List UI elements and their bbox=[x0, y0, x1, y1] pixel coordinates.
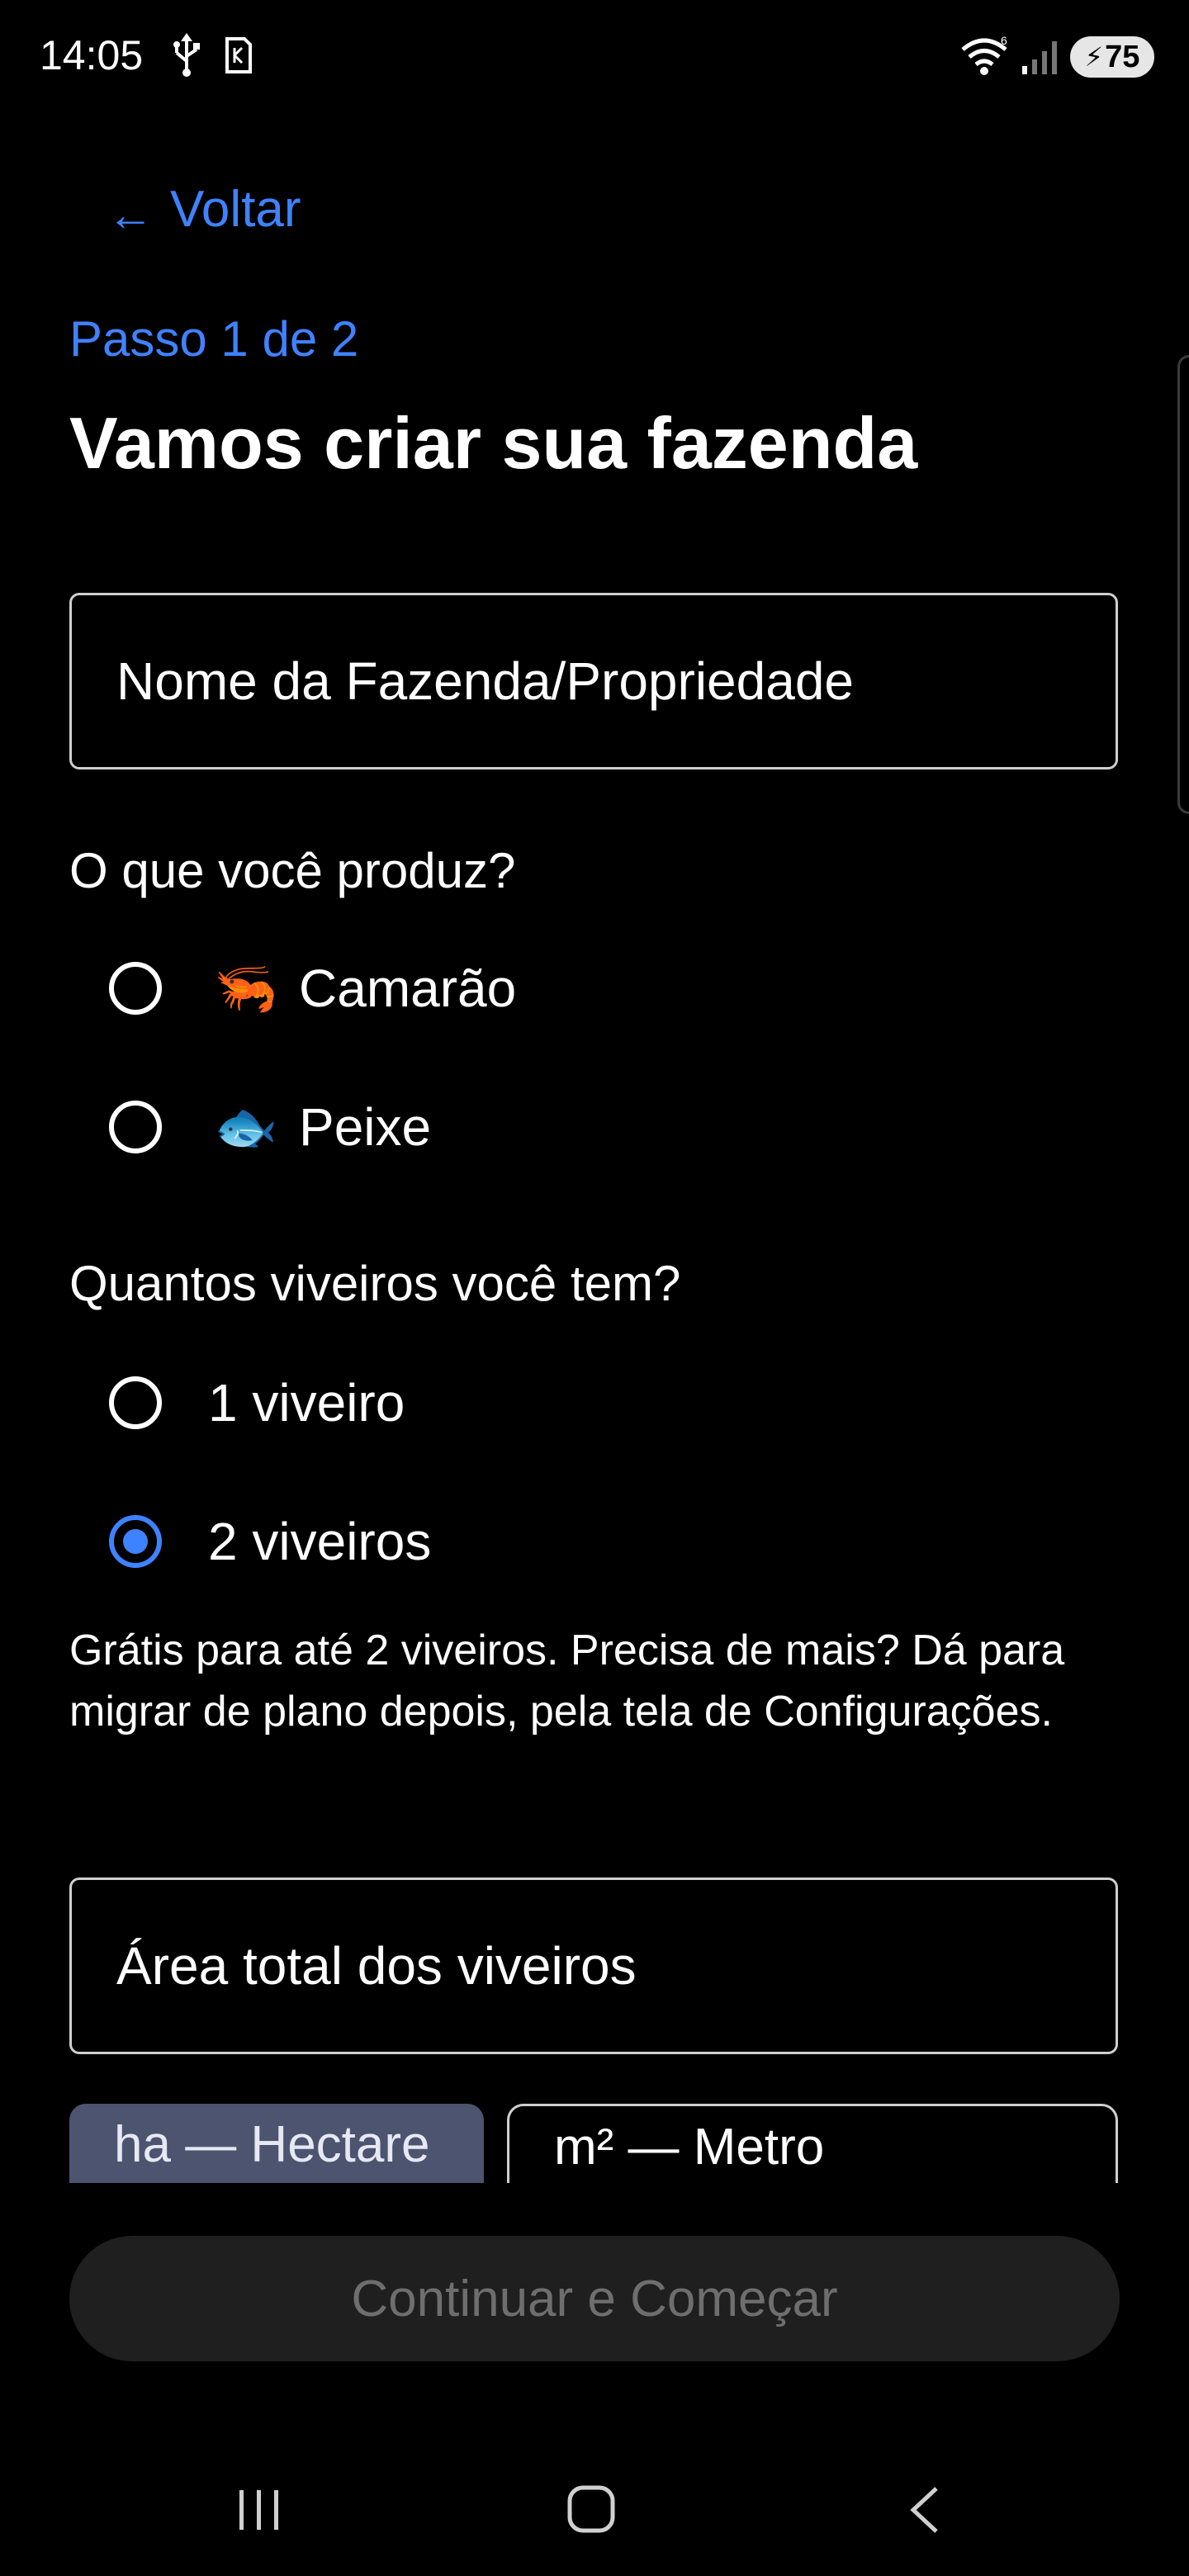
back-label: Voltar bbox=[170, 181, 301, 238]
radio-label-2-ponds: 2 viveiros bbox=[208, 1512, 432, 1571]
radio-option-shrimp[interactable]: 🦐 Camarão bbox=[109, 951, 516, 1025]
radio-label-1-pond: 1 viveiro bbox=[208, 1373, 405, 1432]
system-nav-bar bbox=[0, 2444, 1189, 2576]
radio-button-selected[interactable] bbox=[109, 1515, 162, 1568]
continue-button[interactable]: Continuar e Começar bbox=[69, 2236, 1120, 2361]
fish-icon: 🐟 bbox=[214, 1098, 278, 1156]
unit-hectare-button[interactable]: ha — Hectare bbox=[69, 2104, 484, 2183]
back-button[interactable]: ← Voltar bbox=[107, 180, 301, 240]
radio-label-fish: Peixe bbox=[299, 1097, 432, 1157]
back-nav-icon[interactable] bbox=[907, 2485, 943, 2535]
battery-level: 75 bbox=[1105, 39, 1140, 74]
back-arrow-icon: ← bbox=[107, 188, 154, 240]
battery-bolt-icon: ⚡ bbox=[1084, 42, 1104, 72]
radio-button[interactable] bbox=[109, 1376, 162, 1429]
home-icon[interactable] bbox=[566, 2484, 616, 2535]
shrimp-icon: 🦐 bbox=[214, 959, 278, 1017]
radio-button[interactable] bbox=[109, 962, 162, 1015]
svg-text:6: 6 bbox=[1001, 35, 1007, 47]
radio-option-fish[interactable]: 🐟 Peixe bbox=[109, 1090, 431, 1164]
page-title: Vamos criar sua fazenda bbox=[69, 402, 918, 484]
radio-label-shrimp: Camarão bbox=[299, 959, 517, 1018]
status-bar: 14:05 6 ⚡ 75 bbox=[0, 0, 1189, 99]
recents-icon[interactable] bbox=[236, 2487, 282, 2533]
unit-selector: ha — Hectare m² — Metro bbox=[69, 2104, 1118, 2183]
farm-name-input[interactable]: Nome da Fazenda/Propriedade bbox=[69, 593, 1118, 769]
area-input[interactable]: Área total dos viveiros bbox=[69, 1878, 1118, 2054]
battery-icon: ⚡ 75 bbox=[1070, 36, 1154, 78]
step-indicator: Passo 1 de 2 bbox=[69, 311, 359, 367]
signal-icon bbox=[1022, 41, 1057, 74]
radio-button[interactable] bbox=[109, 1101, 162, 1153]
usb-icon bbox=[173, 33, 200, 77]
radio-option-1-pond[interactable]: 1 viveiro bbox=[109, 1366, 405, 1440]
radio-option-2-ponds[interactable]: 2 viveiros bbox=[109, 1504, 431, 1579]
ponds-helper-text: Grátis para até 2 viveiros. Precisa de m… bbox=[69, 1627, 1065, 1735]
produce-question-label: O que você produz? bbox=[69, 843, 516, 898]
wifi-icon: 6 bbox=[961, 35, 1007, 75]
scroll-indicator bbox=[1177, 355, 1189, 814]
ponds-question-label: Quantos viveiros você tem? bbox=[69, 1256, 681, 1311]
sim-icon bbox=[225, 37, 252, 73]
status-time: 14:05 bbox=[40, 32, 144, 78]
unit-meter-button[interactable]: m² — Metro bbox=[507, 2104, 1118, 2183]
